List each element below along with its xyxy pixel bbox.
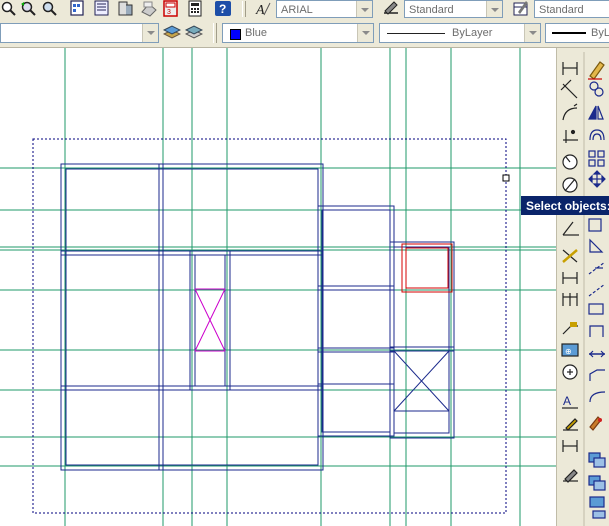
command-tooltip: Select objects: [521, 196, 609, 215]
dim-update-icon[interactable] [562, 440, 578, 452]
svg-text:?: ? [219, 2, 226, 16]
dim-style-combo[interactable]: Standard [404, 0, 503, 18]
leader-icon[interactable] [562, 322, 578, 335]
chevron-down-icon[interactable] [486, 1, 502, 17]
chamfer-icon[interactable] [589, 350, 605, 358]
highlighted-room [401, 243, 453, 293]
zoom-window-icon[interactable] [40, 0, 58, 17]
svg-text:3: 3 [167, 9, 171, 16]
sheet-set-icon[interactable] [68, 0, 86, 17]
dim-style-value: Standard [409, 4, 454, 16]
layer-previous-icon[interactable] [185, 23, 203, 40]
lineweight-preview [552, 32, 586, 34]
quick-dim-icon[interactable] [562, 249, 578, 263]
text-style-value: ARIAL [281, 4, 313, 16]
floor-plan-drawing [0, 48, 556, 526]
angular-dim-icon[interactable] [562, 221, 579, 236]
toolbar-grip[interactable] [213, 23, 217, 43]
break-icon[interactable] [588, 303, 604, 315]
linetype-preview [387, 33, 445, 34]
extend-icon[interactable] [588, 283, 606, 297]
stretch-icon[interactable] [589, 238, 604, 253]
table-style-value: Standard [539, 4, 584, 16]
draworder-icon[interactable] [589, 416, 602, 431]
properties-icon[interactable] [588, 475, 606, 491]
linear-dim-icon[interactable] [562, 62, 578, 75]
modify-dimension-toolbars: ⊕ A [556, 48, 609, 526]
text-style-combo[interactable]: ARIAL [276, 0, 373, 18]
zoom-realtime-icon[interactable] [0, 0, 18, 17]
table-style-combo[interactable]: Standard [534, 0, 609, 18]
arc-length-icon[interactable] [562, 103, 578, 121]
zoom-previous-icon[interactable] [19, 0, 37, 17]
drawing-canvas[interactable] [0, 48, 556, 526]
text-style-icon[interactable]: A [254, 0, 272, 17]
layer-combo[interactable] [0, 23, 159, 43]
continue-dim-icon[interactable] [562, 293, 578, 306]
explode-icon[interactable] [589, 391, 606, 403]
opening-cross [194, 288, 226, 352]
calculator-icon[interactable]: 3 [162, 0, 180, 17]
diameter-dim-icon[interactable] [562, 177, 578, 193]
dimension-style-icon[interactable] [382, 0, 400, 17]
color-value: Blue [245, 27, 268, 39]
chevron-down-icon[interactable] [357, 24, 373, 42]
help-icon[interactable]: ? [214, 0, 232, 17]
toolbar-icons: ⊕ A [560, 52, 606, 526]
properties-toolbar: Blue ByLayer ByL [0, 19, 609, 48]
standard-toolbar: 3 ? A ARIAL Standard Standard [0, 0, 609, 20]
scale-icon[interactable] [588, 218, 602, 232]
lineweight-combo[interactable]: ByL [545, 23, 609, 43]
lineweight-value: ByL [591, 27, 609, 39]
tolerance-icon[interactable]: ⊕ [561, 343, 579, 357]
crosshair-pickbox [502, 174, 510, 182]
ordinate-dim-icon[interactable] [563, 129, 578, 143]
baseline-dim-icon[interactable] [562, 272, 578, 284]
toolbar-grip[interactable] [242, 1, 246, 17]
chevron-down-icon[interactable] [142, 24, 158, 42]
copy-icon[interactable] [589, 81, 604, 97]
array-icon[interactable] [588, 150, 605, 167]
color-combo[interactable]: Blue [222, 23, 374, 43]
radius-dim-icon[interactable] [562, 154, 578, 170]
table-style-icon[interactable] [512, 0, 530, 17]
aligned-dim-icon[interactable] [560, 79, 578, 99]
color-swatch [230, 29, 241, 40]
qcalc-icon[interactable] [140, 0, 158, 17]
join-icon[interactable] [589, 325, 604, 337]
layers-icon[interactable] [163, 23, 181, 40]
center-mark-icon[interactable] [562, 364, 578, 380]
linetype-value: ByLayer [452, 27, 493, 39]
selection-window [32, 138, 507, 514]
dim-style-icon[interactable] [563, 469, 578, 483]
dim-text-edit-icon[interactable] [563, 418, 578, 431]
copy-icon[interactable] [589, 496, 606, 519]
chevron-down-icon[interactable] [356, 1, 372, 17]
mirror-icon[interactable] [587, 105, 604, 120]
fillet-icon[interactable] [589, 369, 605, 381]
calculator-icon[interactable] [186, 0, 204, 17]
layers-icon[interactable] [588, 452, 606, 468]
linetype-combo[interactable]: ByLayer [379, 23, 541, 43]
svg-text:A: A [563, 394, 571, 408]
markup-icon[interactable] [93, 0, 111, 17]
svg-text:⊕: ⊕ [565, 347, 572, 356]
trim-icon[interactable] [588, 261, 606, 275]
chevron-down-icon[interactable] [524, 24, 540, 42]
toolpalette-icon[interactable] [117, 0, 135, 17]
grid-lines [0, 48, 556, 526]
offset-icon[interactable] [589, 129, 605, 141]
move-icon[interactable] [588, 170, 606, 188]
erase-icon[interactable] [588, 61, 605, 80]
svg-text:A: A [255, 3, 265, 17]
dim-edit-icon[interactable]: A [562, 394, 578, 409]
